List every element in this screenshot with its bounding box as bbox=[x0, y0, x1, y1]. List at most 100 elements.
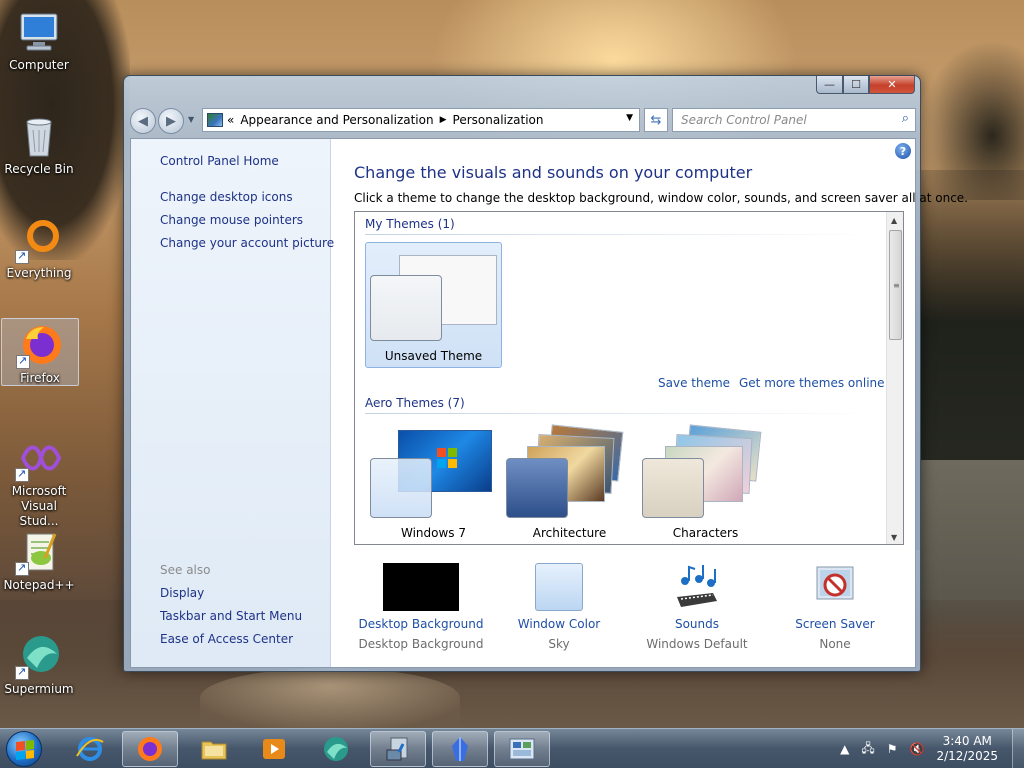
taskbar-control-panel[interactable] bbox=[494, 731, 550, 767]
theme-name: Windows 7 bbox=[400, 526, 466, 540]
screen-saver-icon bbox=[816, 566, 854, 600]
display-link[interactable]: Display bbox=[160, 586, 204, 600]
minimize-button[interactable]: — bbox=[816, 76, 843, 94]
search-input[interactable]: Search Control Panel ⌕ bbox=[672, 108, 916, 132]
desktop-icon-supermium[interactable]: Supermium bbox=[0, 630, 78, 697]
taskbar-app[interactable] bbox=[432, 731, 488, 767]
section-divider bbox=[365, 234, 877, 235]
desktop-icon-notepadpp[interactable]: Notepad++ bbox=[0, 526, 78, 593]
supermium-icon bbox=[15, 632, 63, 680]
ease-of-access-link[interactable]: Ease of Access Center bbox=[160, 632, 293, 646]
screen-saver-link[interactable]: Screen Saver bbox=[765, 617, 905, 631]
control-panel-home-link[interactable]: Control Panel Home bbox=[160, 154, 279, 168]
notepadpp-icon bbox=[15, 528, 63, 576]
desktop-icon-label: Notepad++ bbox=[3, 578, 75, 592]
sounds-link[interactable]: Sounds bbox=[627, 617, 767, 631]
theme-list: My Themes (1) Unsaved Theme Save theme G… bbox=[354, 211, 904, 545]
recent-pages-dropdown[interactable]: ▼ bbox=[188, 115, 194, 124]
close-button[interactable]: ✕ bbox=[869, 76, 915, 94]
desktop-icon-firefox[interactable]: Firefox bbox=[1, 318, 79, 386]
taskbar-installer[interactable] bbox=[370, 731, 426, 767]
desktop-icon-label: Recycle Bin bbox=[4, 162, 74, 176]
taskbar-firefox[interactable] bbox=[122, 731, 178, 767]
address-bar[interactable]: « Appearance and Personalization ▶ Perso… bbox=[202, 108, 640, 132]
desktop-icon-label: Computer bbox=[9, 58, 69, 72]
wallpaper-trees-right bbox=[914, 170, 1024, 550]
search-icon[interactable]: ⌕ bbox=[902, 111, 909, 126]
system-tray: ▲ 🖧 ⚑ 🔇 3:40 AM 2/12/2025 bbox=[834, 729, 1024, 768]
theme-name: Unsaved Theme bbox=[384, 349, 483, 363]
address-dropdown-icon[interactable]: ▼ bbox=[626, 113, 633, 123]
desktop-icon-visual-studio[interactable]: Microsoft Visual Stud... bbox=[0, 432, 78, 529]
back-button[interactable]: ◀ bbox=[130, 108, 156, 134]
taskbar-media-player[interactable] bbox=[246, 731, 302, 767]
app-icon bbox=[452, 737, 468, 761]
installer-icon bbox=[386, 737, 408, 761]
wallpaper-tree-right-top bbox=[918, 40, 1024, 200]
theme-characters[interactable]: Characters bbox=[637, 424, 774, 544]
shortcut-arrow-icon bbox=[15, 248, 29, 264]
breadcrumb-separator-icon[interactable]: ▶ bbox=[440, 115, 447, 125]
personalization-window: — ☐ ✕ ◀ ▶ ▼ « Appearance and Personaliza… bbox=[123, 75, 968, 672]
maximize-button[interactable]: ☐ bbox=[843, 76, 869, 94]
start-button[interactable] bbox=[6, 731, 42, 767]
action-center-flag-icon[interactable]: ⚑ bbox=[887, 742, 898, 756]
save-theme-link[interactable]: Save theme bbox=[658, 376, 730, 390]
change-mouse-pointers-link[interactable]: Change mouse pointers bbox=[160, 213, 303, 227]
scroll-up-icon[interactable]: ▲ bbox=[891, 216, 897, 225]
taskbar-file-explorer[interactable] bbox=[186, 731, 242, 767]
theme-windows7[interactable]: Windows 7 bbox=[365, 424, 502, 544]
help-icon[interactable]: ? bbox=[895, 143, 911, 159]
grip-icon: ≡ bbox=[893, 281, 900, 290]
visual-studio-icon bbox=[15, 434, 63, 482]
desktop-background-preview bbox=[383, 563, 459, 611]
breadcrumb-overflow[interactable]: « bbox=[227, 113, 234, 127]
shortcut-arrow-icon bbox=[15, 466, 29, 482]
desktop-icon-label: Supermium bbox=[4, 682, 74, 696]
change-account-picture-link[interactable]: Change your account picture bbox=[160, 236, 334, 250]
sounds-icon bbox=[677, 565, 717, 607]
theme-thumbnail-window bbox=[642, 458, 704, 518]
shortcut-arrow-icon bbox=[16, 353, 30, 369]
internet-explorer-icon bbox=[76, 737, 104, 761]
show-hidden-icons-icon[interactable]: ▲ bbox=[840, 742, 849, 756]
clock[interactable]: 3:40 AM 2/12/2025 bbox=[936, 734, 998, 764]
taskbar-supermium[interactable] bbox=[308, 731, 364, 767]
theme-list-scrollbar[interactable]: ▲ ≡ ▼ bbox=[886, 212, 903, 544]
refresh-button[interactable]: ⇆ bbox=[644, 108, 668, 132]
control-panel-icon bbox=[509, 738, 535, 760]
breadcrumb-appearance[interactable]: Appearance and Personalization bbox=[240, 113, 433, 127]
firefox-icon bbox=[138, 737, 162, 761]
window-color-link[interactable]: Window Color bbox=[489, 617, 629, 631]
theme-unsaved[interactable]: Unsaved Theme bbox=[365, 242, 502, 368]
aero-themes-heading: Aero Themes (7) bbox=[365, 396, 465, 410]
desktop-background-link[interactable]: Desktop Background bbox=[351, 617, 491, 631]
page-subtitle: Click a theme to change the desktop back… bbox=[354, 191, 968, 205]
scroll-down-icon[interactable]: ▼ bbox=[891, 533, 897, 542]
navigation-bar: ◀ ▶ ▼ « Appearance and Personalization ▶… bbox=[130, 106, 916, 134]
desktop-icon-recycle-bin[interactable]: Recycle Bin bbox=[0, 110, 78, 177]
desktop-background-setting[interactable]: Desktop Background Desktop Background bbox=[351, 563, 491, 651]
theme-thumbnail-window bbox=[506, 458, 568, 518]
taskbar-start-menu-link[interactable]: Taskbar and Start Menu bbox=[160, 609, 302, 623]
desktop-icon-label: Everything bbox=[6, 266, 72, 280]
folder-icon bbox=[201, 741, 227, 760]
change-desktop-icons-link[interactable]: Change desktop icons bbox=[160, 190, 293, 204]
scrollbar-thumb[interactable]: ≡ bbox=[889, 230, 902, 340]
window-color-setting[interactable]: Window Color Sky bbox=[489, 563, 629, 651]
show-desktop-button[interactable] bbox=[1012, 729, 1024, 768]
screen-saver-setting[interactable]: Screen Saver None bbox=[765, 563, 905, 651]
desktop-icon-computer[interactable]: Computer bbox=[0, 6, 78, 73]
desktop-background-value: Desktop Background bbox=[358, 637, 484, 651]
sounds-setting[interactable]: Sounds Windows Default bbox=[627, 563, 767, 651]
everything-icon bbox=[15, 216, 63, 264]
desktop-icon-everything[interactable]: Everything bbox=[0, 214, 78, 281]
network-icon[interactable]: 🖧 bbox=[861, 739, 874, 760]
taskbar-internet-explorer[interactable] bbox=[62, 731, 118, 767]
volume-muted-icon[interactable]: 🔇 bbox=[910, 742, 925, 756]
media-player-icon bbox=[263, 739, 285, 759]
get-more-themes-link[interactable]: Get more themes online bbox=[739, 376, 885, 390]
breadcrumb-personalization[interactable]: Personalization bbox=[453, 113, 544, 127]
forward-button[interactable]: ▶ bbox=[158, 108, 184, 134]
theme-architecture[interactable]: Architecture bbox=[501, 424, 638, 544]
